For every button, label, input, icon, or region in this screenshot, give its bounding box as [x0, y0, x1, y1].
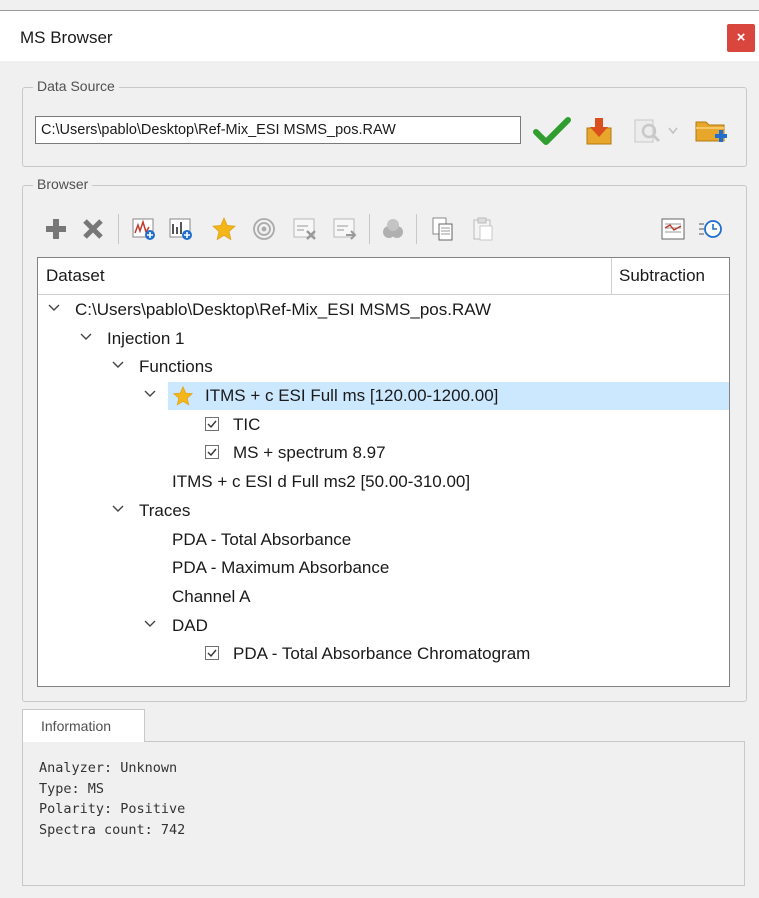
- tree-label: PDA - Total Absorbance Chromatogram: [233, 644, 531, 663]
- add-spectrum-icon[interactable]: [131, 216, 157, 242]
- favorite-star-icon[interactable]: [211, 216, 237, 242]
- tic-checkbox[interactable]: [205, 417, 219, 431]
- info-spectra-count: Spectra count: 742: [39, 822, 186, 838]
- tree-label: TIC: [233, 415, 261, 434]
- close-button[interactable]: ×: [727, 24, 755, 52]
- tree-label: PDA - Total Absorbance: [172, 530, 352, 549]
- toolbar-separator: [416, 214, 417, 244]
- add-icon[interactable]: [43, 216, 69, 242]
- target-icon[interactable]: [251, 216, 277, 242]
- tree-header: Dataset Subtraction: [38, 258, 729, 295]
- tree-label: ITMS + c ESI d Full ms2 [50.00-310.00]: [172, 472, 471, 491]
- chevron-down-icon[interactable]: [79, 330, 93, 344]
- add-chromatogram-icon[interactable]: [168, 216, 194, 242]
- data-source-legend: Data Source: [33, 78, 119, 94]
- tree-label: Traces: [139, 501, 191, 520]
- data-source-path-input[interactable]: [35, 116, 521, 144]
- checkmark-icon[interactable]: [533, 116, 571, 146]
- toolbar-separator: [369, 214, 370, 244]
- tree-row-dad-child[interactable]: PDA - Total Absorbance Chromatogram: [38, 640, 729, 668]
- tree-label: Functions: [139, 357, 213, 376]
- chevron-down-icon[interactable]: [111, 358, 125, 372]
- tree-label: PDA - Maximum Absorbance: [172, 558, 390, 577]
- download-icon[interactable]: [584, 116, 614, 146]
- tree-row-root[interactable]: C:\Users\pablo\Desktop\Ref-Mix_ESI MSMS_…: [38, 296, 729, 324]
- column-divider[interactable]: [611, 258, 612, 294]
- tree-row-trace-2[interactable]: PDA - Maximum Absorbance: [38, 554, 729, 582]
- tree-row-trace-3[interactable]: Channel A: [38, 583, 729, 611]
- column-dataset[interactable]: Dataset: [46, 258, 105, 294]
- tree-row-injection[interactable]: Injection 1: [38, 325, 729, 353]
- tree-row-function-1[interactable]: ITMS + c ESI Full ms [120.00-1200.00]: [38, 382, 729, 410]
- tab-information[interactable]: Information: [22, 709, 145, 742]
- column-subtraction[interactable]: Subtraction: [619, 258, 705, 294]
- dataset-tree[interactable]: Dataset Subtraction C:\Users\pablo\Deskt…: [37, 257, 730, 687]
- information-panel: Analyzer: Unknown Type: MS Polarity: Pos…: [22, 741, 745, 886]
- title-bar: [0, 11, 759, 61]
- export-trace-icon[interactable]: [332, 216, 358, 242]
- remove-icon[interactable]: [80, 216, 106, 242]
- tree-row-traces[interactable]: Traces: [38, 497, 729, 525]
- paste-icon[interactable]: [470, 216, 496, 242]
- dad-child-checkbox[interactable]: [205, 646, 219, 660]
- tree-label: Channel A: [172, 587, 251, 606]
- tree-row-tic[interactable]: TIC: [38, 411, 729, 439]
- tree-row-functions[interactable]: Functions: [38, 353, 729, 381]
- add-folder-icon[interactable]: [694, 115, 728, 147]
- tree-row-trace-1[interactable]: PDA - Total Absorbance: [38, 526, 729, 554]
- group-icon[interactable]: [380, 216, 406, 242]
- tree-label: ITMS + c ESI Full ms [120.00-1200.00]: [205, 386, 499, 405]
- tree-label: MS + spectrum 8.97: [233, 443, 386, 462]
- properties-icon[interactable]: [660, 216, 686, 242]
- ms-browser-window: MS Browser × Data Source Browser: [0, 0, 759, 898]
- time-settings-icon[interactable]: [697, 216, 723, 242]
- chevron-down-icon[interactable]: [143, 387, 157, 401]
- chevron-down-icon[interactable]: [111, 502, 125, 516]
- tree-label: C:\Users\pablo\Desktop\Ref-Mix_ESI MSMS_…: [75, 300, 491, 319]
- info-polarity: Polarity: Positive: [39, 801, 186, 817]
- tab-information-label: Information: [41, 718, 112, 734]
- browser-legend: Browser: [33, 176, 93, 192]
- ms-spectrum-checkbox[interactable]: [205, 445, 219, 459]
- tree-label: DAD: [172, 616, 208, 635]
- tree-row-dad[interactable]: DAD: [38, 612, 729, 640]
- tree-row-function-2[interactable]: ITMS + c ESI d Full ms2 [50.00-310.00]: [38, 468, 729, 496]
- tree-label: Injection 1: [107, 329, 185, 348]
- dropdown-arrow-icon[interactable]: [668, 127, 678, 135]
- info-type: Type: MS: [39, 781, 105, 797]
- info-analyzer: Analyzer: Unknown: [39, 760, 178, 776]
- window-title: MS Browser: [20, 28, 113, 47]
- remove-trace-icon[interactable]: [292, 216, 318, 242]
- tree-row-ms-spectrum[interactable]: MS + spectrum 8.97: [38, 439, 729, 467]
- toolbar-separator: [118, 214, 119, 244]
- chevron-down-icon[interactable]: [47, 301, 61, 315]
- inspect-icon[interactable]: [632, 116, 662, 146]
- favorite-star-icon: [172, 385, 194, 406]
- copy-icon[interactable]: [430, 216, 456, 242]
- chevron-down-icon[interactable]: [143, 617, 157, 631]
